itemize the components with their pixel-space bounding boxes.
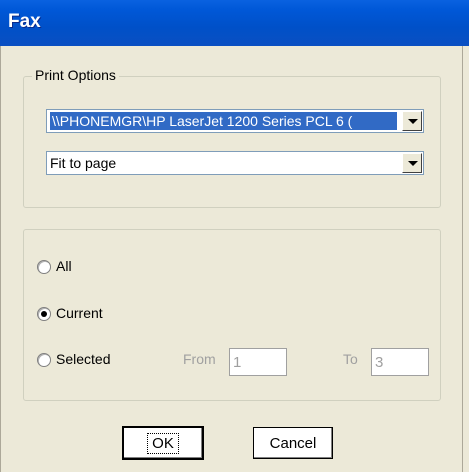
print-options-group: Print Options \\PHONEMGR\HP LaserJet 120…: [23, 67, 441, 208]
dialog-body: Print Options \\PHONEMGR\HP LaserJet 120…: [0, 46, 469, 472]
page-range-group: All Current Selected From To: [23, 229, 441, 401]
chevron-down-icon: [408, 119, 418, 124]
radio-checked-dot: [41, 311, 47, 317]
print-options-legend: Print Options: [32, 67, 119, 83]
radio-selected[interactable]: Selected: [37, 351, 157, 371]
radio-button-icon[interactable]: [37, 260, 51, 274]
cancel-button[interactable]: Cancel: [253, 427, 333, 459]
to-field[interactable]: [371, 348, 429, 376]
scaling-select[interactable]: Fit to page: [46, 151, 424, 175]
radio-current[interactable]: Current: [37, 305, 157, 325]
ok-button[interactable]: OK: [122, 426, 204, 460]
radio-all[interactable]: All: [37, 258, 137, 278]
title-bar[interactable]: Fax: [0, 0, 469, 46]
to-input[interactable]: [372, 349, 428, 375]
radio-selected-label: Selected: [56, 351, 111, 367]
scaling-select-value: Fit to page: [50, 155, 117, 171]
ok-button-label: OK: [147, 432, 179, 454]
radio-button-icon[interactable]: [37, 307, 51, 321]
chevron-down-icon: [408, 161, 418, 166]
printer-select-value: \\PHONEMGR\HP LaserJet 1200 Series PCL 6…: [50, 112, 397, 130]
to-label: To: [343, 351, 358, 367]
window-edge: [462, 46, 469, 472]
radio-all-label: All: [56, 258, 72, 274]
printer-dropdown-button[interactable]: [402, 111, 422, 131]
from-label: From: [183, 351, 216, 367]
cancel-button-label: Cancel: [269, 434, 317, 452]
window-title: Fax: [8, 11, 41, 32]
radio-current-label: Current: [56, 305, 103, 321]
scaling-dropdown-button[interactable]: [402, 153, 422, 173]
from-field[interactable]: [229, 348, 287, 376]
printer-select[interactable]: \\PHONEMGR\HP LaserJet 1200 Series PCL 6…: [46, 109, 424, 133]
radio-button-icon[interactable]: [37, 353, 51, 367]
from-input[interactable]: [230, 349, 286, 375]
